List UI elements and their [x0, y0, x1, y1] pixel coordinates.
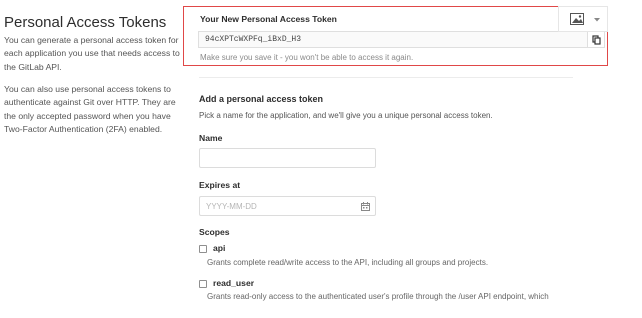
add-token-description: Pick a name for the application, and we'…	[199, 111, 493, 120]
scope-api-label: api	[213, 243, 226, 253]
name-input[interactable]	[199, 148, 376, 168]
sidebar-description-2fa: You can also use personal access tokens …	[4, 84, 176, 135]
expires-label: Expires at	[199, 180, 241, 190]
calendar-icon[interactable]	[361, 202, 370, 211]
expires-date-input[interactable]	[199, 196, 376, 216]
new-token-panel: Your New Personal Access Token 94cXPTcWX…	[183, 6, 608, 66]
page-title: Personal Access Tokens	[4, 14, 167, 31]
scope-read-user-description: Grants read-only access to the authentic…	[207, 292, 549, 301]
image-options-button[interactable]	[558, 6, 608, 32]
scope-read-user-label: read_user	[213, 278, 255, 288]
new-token-label: Your New Personal Access Token	[200, 14, 337, 24]
add-token-heading: Add a personal access token	[199, 94, 324, 104]
clipboard-icon	[592, 35, 601, 45]
image-icon	[570, 13, 584, 25]
sidebar-description: You can generate a personal access token…	[4, 35, 180, 72]
scope-api-description: Grants complete read/write access to the…	[207, 258, 489, 267]
scopes-label: Scopes	[199, 227, 230, 237]
scope-api-checkbox[interactable]	[199, 245, 207, 253]
scope-read-user-checkbox[interactable]	[199, 280, 207, 288]
chevron-down-icon	[594, 18, 600, 22]
name-label: Name	[199, 133, 223, 143]
new-token-field[interactable]: 94cXPTcWXPFq_iBxD_H3	[198, 31, 588, 48]
token-save-warning: Make sure you save it - you won't be abl…	[200, 53, 414, 62]
divider	[199, 77, 573, 78]
copy-token-button[interactable]	[587, 31, 605, 48]
